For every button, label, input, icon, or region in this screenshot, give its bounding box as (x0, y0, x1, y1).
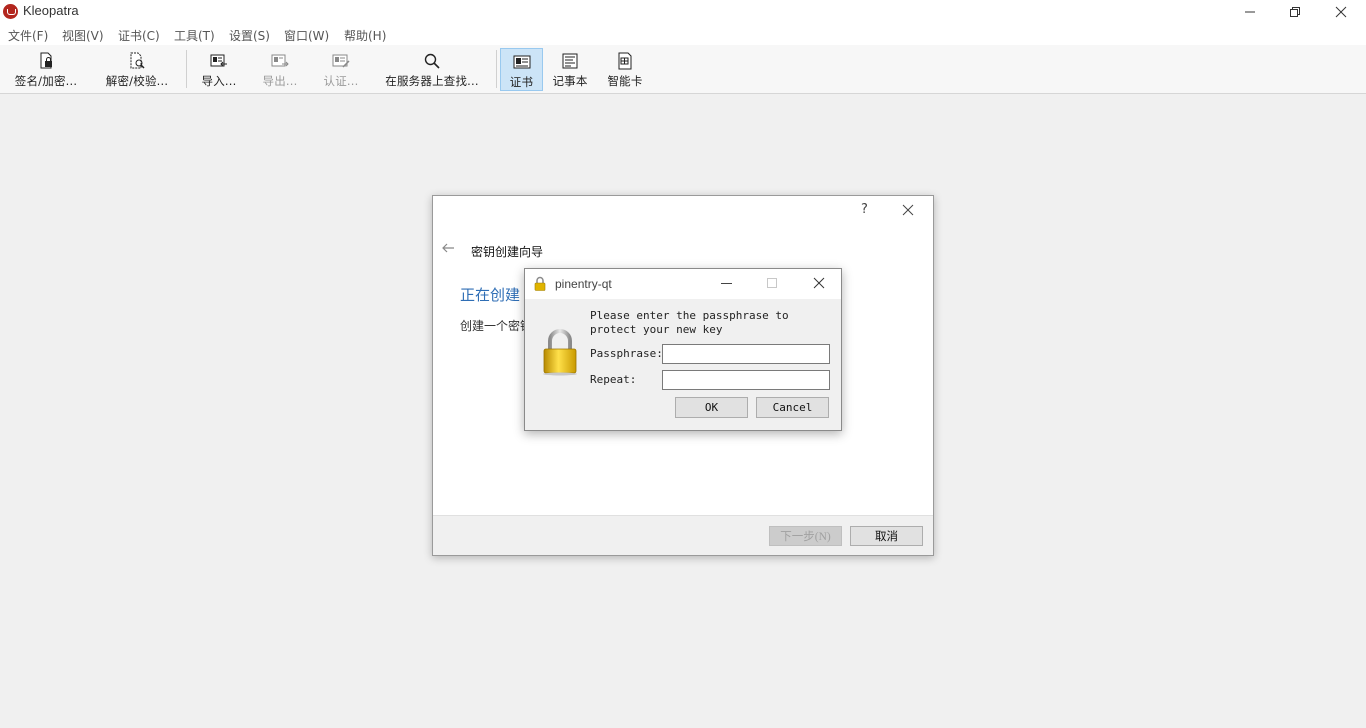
close-icon (1335, 6, 1347, 18)
lookup-on-server-button[interactable]: 在服务器上查找... (380, 48, 484, 91)
lock-icon (534, 276, 546, 291)
wizard-footer: 下一步(N) 取消 (433, 515, 933, 555)
pinentry-minimize-icon[interactable] (721, 283, 732, 284)
menu-view[interactable]: 视图(V) (62, 27, 104, 44)
pinentry-message: Please enter the passphrase to protect y… (590, 309, 789, 336)
decrypt-verify-label: 解密/校验... (105, 74, 169, 88)
repeat-label: Repeat: (590, 373, 637, 386)
pinentry-title-bar: pinentry-qt (525, 269, 841, 299)
restore-icon (1290, 7, 1300, 17)
certify-button[interactable]: 认证... (318, 48, 364, 91)
wizard-title: 密钥创建向导 (471, 245, 544, 259)
menu-certificates[interactable]: 证书(C) (118, 27, 160, 44)
sign-encrypt-label: 签名/加密... (14, 74, 78, 88)
main-toolbar: 签名/加密... 解密/校验... 导入... 导出... 认证... 在服务器… (0, 45, 1366, 94)
pinentry-title: pinentry-qt (555, 277, 612, 291)
pinentry-dialog: pinentry-qt Please enter the passphrase … (524, 268, 842, 431)
notepad-label: 记事本 (552, 74, 588, 88)
window-title: Kleopatra (23, 3, 79, 18)
passphrase-input[interactable] (662, 344, 830, 364)
import-label: 导入... (201, 74, 237, 88)
export-label: 导出... (262, 74, 298, 88)
padlock-icon (543, 329, 577, 376)
notepad-button[interactable]: 记事本 (550, 48, 590, 91)
help-button[interactable]: ? (861, 202, 868, 217)
sign-encrypt-button[interactable]: 签名/加密... (8, 48, 84, 91)
smartcards-label: 智能卡 (607, 74, 643, 88)
menu-settings[interactable]: 设置(S) (229, 27, 270, 44)
sign-encrypt-icon (40, 52, 52, 69)
menu-tools[interactable]: 工具(T) (174, 27, 215, 44)
smartcards-button[interactable]: 智能卡 (605, 48, 645, 91)
pinentry-cancel-button[interactable]: Cancel (756, 397, 829, 418)
certificate-icon (513, 55, 530, 69)
close-window-button[interactable] (1318, 0, 1364, 24)
wizard-close-icon[interactable] (901, 203, 915, 217)
export-icon (271, 54, 289, 67)
import-button[interactable]: 导入... (196, 48, 242, 91)
restore-button[interactable] (1272, 0, 1318, 24)
lookup-on-server-label: 在服务器上查找... (385, 74, 479, 88)
title-bar: Kleopatra (0, 0, 1366, 24)
certificates-tab-button[interactable]: 证书 (500, 48, 543, 91)
certify-icon (332, 54, 350, 68)
notepad-icon (562, 53, 578, 69)
export-button[interactable]: 导出... (257, 48, 303, 91)
certify-label: 认证... (323, 74, 359, 88)
next-button[interactable]: 下一步(N) (769, 526, 842, 546)
import-icon (210, 54, 227, 67)
certificates-label: 证书 (509, 75, 534, 89)
wizard-heading: 正在创建 (460, 286, 521, 304)
repeat-passphrase-input[interactable] (662, 370, 830, 390)
search-icon (424, 53, 440, 69)
minimize-icon (1245, 11, 1255, 13)
toolbar-separator (186, 50, 187, 88)
ok-button[interactable]: OK (675, 397, 748, 418)
minimize-button[interactable] (1227, 0, 1273, 24)
decrypt-verify-button[interactable]: 解密/校验... (99, 48, 175, 91)
kleopatra-app-icon (3, 4, 18, 19)
back-arrow-icon[interactable] (441, 242, 455, 254)
menu-window[interactable]: 窗口(W) (284, 27, 329, 44)
toolbar-separator (496, 50, 497, 88)
passphrase-label: Passphrase: (590, 347, 663, 360)
menu-bar: 文件(F) 视图(V) 证书(C) 工具(T) 设置(S) 窗口(W) 帮助(H… (0, 24, 1366, 45)
wizard-cancel-button[interactable]: 取消 (850, 526, 923, 546)
smartcard-icon (618, 52, 632, 70)
decrypt-verify-icon (130, 52, 145, 69)
pinentry-maximize-icon (767, 278, 777, 288)
wizard-description: 创建一个密钥 (460, 319, 533, 333)
menu-help[interactable]: 帮助(H) (344, 27, 386, 44)
pinentry-close-icon[interactable] (813, 277, 825, 289)
menu-file[interactable]: 文件(F) (8, 27, 48, 44)
